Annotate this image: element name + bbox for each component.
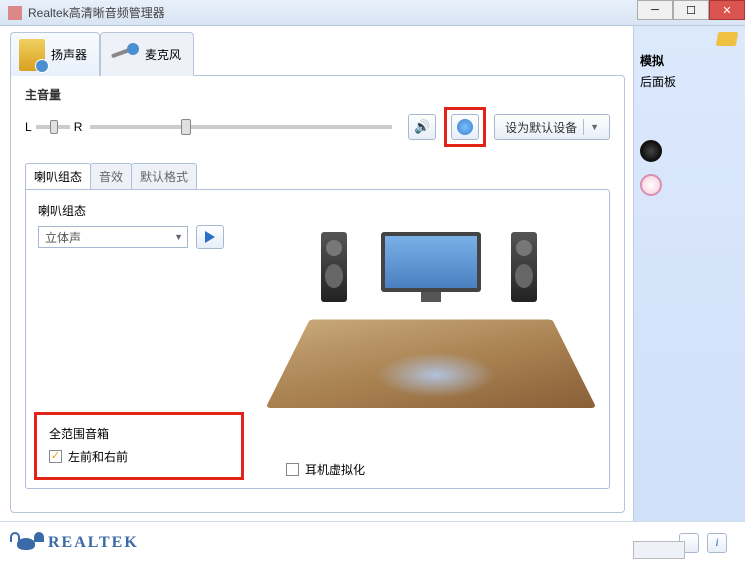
checkbox-unchecked-icon — [286, 463, 299, 476]
speaker-left-icon[interactable] — [321, 232, 347, 302]
subtab-effect[interactable]: 音效 — [90, 163, 132, 189]
volume-icon — [414, 119, 430, 135]
headphone-virtualization-checkbox[interactable]: 耳机虚拟化 — [286, 461, 365, 478]
jack-pink[interactable] — [640, 174, 662, 196]
fullrange-front-label: 左前和右前 — [68, 448, 128, 465]
folder-icon[interactable] — [716, 32, 738, 46]
fullrange-heading: 全范围音箱 — [49, 425, 229, 442]
room-illustration — [281, 202, 581, 442]
brand-label: REALTEK — [48, 534, 139, 552]
mute-button[interactable] — [408, 114, 436, 140]
balance-slider[interactable] — [36, 125, 70, 129]
speaker-icon — [19, 39, 45, 71]
tab-speaker-label: 扬声器 — [51, 46, 87, 63]
set-default-label: 设为默认设备 — [505, 119, 577, 136]
tab-mic-label: 麦克风 — [145, 46, 181, 63]
environment-button[interactable] — [451, 114, 479, 140]
highlight-environment — [444, 107, 486, 147]
title-bar: Realtek高清晰音频管理器 ─ ☐ ✕ — [0, 0, 745, 26]
speaker-config-panel: 喇叭组态 立体声 ▼ 全范围音箱 ✓ 左前和右前 — [25, 189, 610, 489]
set-default-button[interactable]: 设为默认设备 ▼ — [494, 114, 610, 140]
maximize-button[interactable]: ☐ — [673, 0, 709, 20]
combo-value: 立体声 — [45, 229, 81, 246]
monitor-icon — [381, 232, 481, 302]
rear-panel-label: 后面板 — [640, 73, 739, 90]
ok-button[interactable] — [633, 541, 685, 559]
subtab-format[interactable]: 默认格式 — [131, 163, 197, 189]
chevron-down-icon: ▼ — [174, 232, 183, 242]
app-icon — [8, 6, 22, 20]
volume-label: 主音量 — [25, 86, 610, 103]
tab-microphone[interactable]: 麦克风 — [100, 32, 194, 76]
highlight-fullrange: 全范围音箱 ✓ 左前和右前 — [34, 412, 244, 480]
microphone-icon — [109, 43, 139, 67]
play-test-button[interactable] — [196, 225, 224, 249]
balance-control: L R — [25, 120, 82, 134]
globe-icon — [457, 119, 473, 135]
speaker-right-icon[interactable] — [511, 232, 537, 302]
right-panel: 模拟 后面板 — [633, 26, 745, 521]
config-heading: 喇叭组态 — [38, 202, 258, 219]
realtek-logo-icon — [12, 532, 40, 554]
jack-black[interactable] — [640, 140, 662, 162]
device-tabs: 扬声器 麦克风 — [10, 32, 625, 76]
play-icon — [205, 231, 215, 243]
content-panel: 主音量 L R 设为默认设备 ▼ 喇 — [10, 75, 625, 513]
window-title: Realtek高清晰音频管理器 — [28, 4, 165, 21]
balance-left: L — [25, 120, 32, 134]
main-volume-slider[interactable] — [90, 125, 392, 129]
analog-label: 模拟 — [640, 52, 739, 69]
info-button[interactable]: i — [707, 533, 727, 553]
tab-speaker[interactable]: 扬声器 — [10, 32, 100, 76]
hpvirt-label: 耳机虚拟化 — [305, 461, 365, 478]
subtab-config[interactable]: 喇叭组态 — [25, 163, 91, 189]
fullrange-front-checkbox[interactable]: ✓ 左前和右前 — [49, 448, 229, 465]
checkbox-checked-icon: ✓ — [49, 450, 62, 463]
close-button[interactable]: ✕ — [709, 0, 745, 20]
footer: REALTEK i — [0, 521, 745, 563]
chevron-down-icon: ▼ — [590, 122, 599, 132]
sub-tabs: 喇叭组态 音效 默认格式 — [25, 163, 610, 189]
balance-right: R — [74, 120, 83, 134]
speaker-config-combo[interactable]: 立体声 ▼ — [38, 226, 188, 248]
minimize-button[interactable]: ─ — [637, 0, 673, 20]
